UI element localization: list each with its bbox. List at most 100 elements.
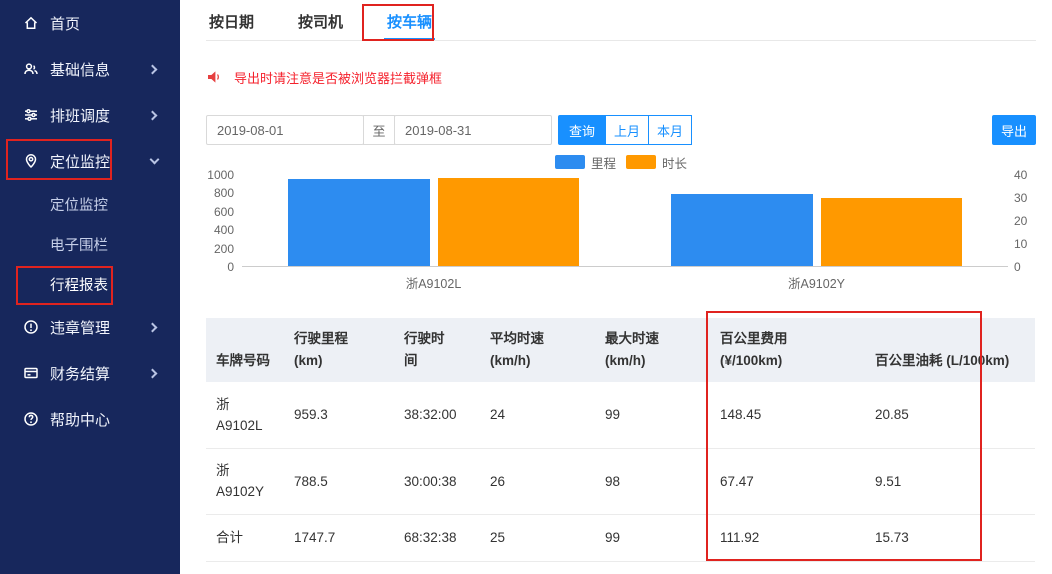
col-header-avg-speed: 平均时速 (km/h) <box>480 318 595 382</box>
bar-group <box>242 175 625 266</box>
axis-tick: 600 <box>214 205 234 219</box>
chevron-right-icon <box>148 322 158 332</box>
sidebar-item-label: 基础信息 <box>50 59 149 80</box>
legend-label: 时长 <box>662 153 687 172</box>
speaker-icon <box>206 69 222 85</box>
page: 首页 基础信息 排班调度 定位监控 定位监控 <box>0 0 1052 574</box>
table-row-total: 合计 1747.7 68:32:38 25 99 111.92 15.73 <box>206 514 1035 561</box>
cell-fuel-per-100: 15.73 <box>865 514 1035 561</box>
date-to-input[interactable] <box>394 115 552 145</box>
sidebar-item-violation[interactable]: 违章管理 <box>0 304 180 350</box>
axis-tick: 800 <box>214 186 234 200</box>
export-button[interactable]: 导出 <box>992 115 1036 145</box>
col-header-plate: 车牌号码 <box>206 318 284 382</box>
table-row: 浙A9102L 959.3 38:32:00 24 99 148.45 20.8… <box>206 382 1035 448</box>
date-range-to-label: 至 <box>363 115 395 145</box>
tab-by-driver[interactable]: 按司机 <box>295 0 346 40</box>
left-y-axis: 1000 800 600 400 200 0 <box>206 175 242 267</box>
sidebar-subitem-location-monitor[interactable]: 定位监控 <box>0 184 180 224</box>
cell-max-speed: 98 <box>595 448 710 514</box>
home-icon <box>22 14 40 32</box>
chart-category-label: 浙A9102L <box>242 273 625 292</box>
finance-icon <box>22 364 40 382</box>
cell-cost-per-100: 67.47 <box>710 448 865 514</box>
sidebar-subitem-label: 电子围栏 <box>50 234 108 255</box>
legend-item-mileage[interactable]: 里程 <box>555 153 616 172</box>
trip-report-table: 车牌号码 行驶里程 (km) 行驶时间 平均时速 (km/h) 最大时速 (km… <box>206 318 1035 562</box>
last-month-button[interactable]: 上月 <box>605 115 649 145</box>
cell-drive-time: 38:32:00 <box>394 382 480 448</box>
bar-时长 <box>438 178 580 266</box>
cell-cost-per-100: 148.45 <box>710 382 865 448</box>
sidebar-item-label: 违章管理 <box>50 317 149 338</box>
axis-tick: 30 <box>1014 191 1027 205</box>
table-row: 浙A9102Y 788.5 30:00:38 26 98 67.47 9.51 <box>206 448 1035 514</box>
cell-avg-speed: 26 <box>480 448 595 514</box>
chart-plot-area <box>242 175 1008 267</box>
sidebar-item-label: 帮助中心 <box>50 409 180 430</box>
tab-by-vehicle[interactable]: 按车辆 <box>384 0 435 40</box>
location-submenu: 定位监控 电子围栏 行程报表 <box>0 184 180 304</box>
sidebar-item-label: 排班调度 <box>50 105 149 126</box>
date-from-input[interactable] <box>206 115 364 145</box>
col-header-drive-time: 行驶时间 <box>394 318 480 382</box>
chart-legend: 里程 时长 <box>206 155 1036 169</box>
duration-swatch <box>626 155 656 169</box>
cell-max-speed: 99 <box>595 514 710 561</box>
filter-bar: 至 查询 上月 本月 导出 <box>206 115 1036 145</box>
violation-icon <box>22 318 40 336</box>
this-month-button[interactable]: 本月 <box>648 115 692 145</box>
chevron-right-icon <box>148 64 158 74</box>
chevron-down-icon <box>150 155 160 165</box>
sidebar-item-location-monitor[interactable]: 定位监控 <box>0 138 180 184</box>
sidebar-item-home[interactable]: 首页 <box>0 0 180 46</box>
axis-tick: 0 <box>1014 260 1021 274</box>
cell-drive-time: 68:32:38 <box>394 514 480 561</box>
sidebar-item-label: 定位监控 <box>50 151 151 172</box>
cell-drive-time: 30:00:38 <box>394 448 480 514</box>
sidebar-subitem-label: 定位监控 <box>50 194 108 215</box>
mileage-swatch <box>555 155 585 169</box>
table-header-row: 车牌号码 行驶里程 (km) 行驶时间 平均时速 (km/h) 最大时速 (km… <box>206 318 1035 382</box>
sidebar-item-help[interactable]: 帮助中心 <box>0 396 180 442</box>
cell-plate: 浙A9102Y <box>206 448 284 514</box>
bar-chart: 1000 800 600 400 200 0 40 30 20 10 0 <box>206 175 1036 267</box>
chevron-right-icon <box>148 110 158 120</box>
help-icon <box>22 410 40 428</box>
query-button[interactable]: 查询 <box>558 115 606 145</box>
bar-时长 <box>821 198 963 266</box>
cell-max-speed: 99 <box>595 382 710 448</box>
chart-category-labels: 浙A9102L浙A9102Y <box>242 273 1008 292</box>
col-header-max-speed: 最大时速 (km/h) <box>595 318 710 382</box>
cell-mileage: 788.5 <box>284 448 394 514</box>
chevron-right-icon <box>148 368 158 378</box>
col-header-cost-per-100: 百公里费用 (¥/100km) <box>710 318 865 382</box>
sidebar-subitem-geofence[interactable]: 电子围栏 <box>0 224 180 264</box>
right-y-axis: 40 30 20 10 0 <box>1008 175 1036 267</box>
main-content: 按日期 按司机 按车辆 导出时请注意是否被浏览器拦截弹框 至 查询 上月 本月 … <box>180 0 1052 574</box>
axis-tick: 1000 <box>207 168 234 182</box>
tab-by-date[interactable]: 按日期 <box>206 0 257 40</box>
sidebar-item-basic-info[interactable]: 基础信息 <box>0 46 180 92</box>
tab-bar: 按日期 按司机 按车辆 <box>206 0 1036 41</box>
notice-text: 导出时请注意是否被浏览器拦截弹框 <box>234 68 442 87</box>
axis-tick: 10 <box>1014 237 1027 251</box>
export-notice: 导出时请注意是否被浏览器拦截弹框 <box>206 67 1036 87</box>
sidebar-item-label: 财务结算 <box>50 363 149 384</box>
sidebar-subitem-trip-report[interactable]: 行程报表 <box>0 264 180 304</box>
legend-label: 里程 <box>591 153 616 172</box>
axis-tick: 400 <box>214 223 234 237</box>
cell-mileage: 1747.7 <box>284 514 394 561</box>
cell-cost-per-100: 111.92 <box>710 514 865 561</box>
axis-tick: 0 <box>227 260 234 274</box>
sidebar-item-finance[interactable]: 财务结算 <box>0 350 180 396</box>
axis-tick: 40 <box>1014 168 1027 182</box>
chart-category-label: 浙A9102Y <box>625 273 1008 292</box>
legend-item-duration[interactable]: 时长 <box>626 153 687 172</box>
bar-里程 <box>671 194 813 266</box>
sidebar-item-dispatch[interactable]: 排班调度 <box>0 92 180 138</box>
cell-plate: 浙A9102L <box>206 382 284 448</box>
basic-info-icon <box>22 60 40 78</box>
cell-plate: 合计 <box>206 514 284 561</box>
cell-fuel-per-100: 20.85 <box>865 382 1035 448</box>
